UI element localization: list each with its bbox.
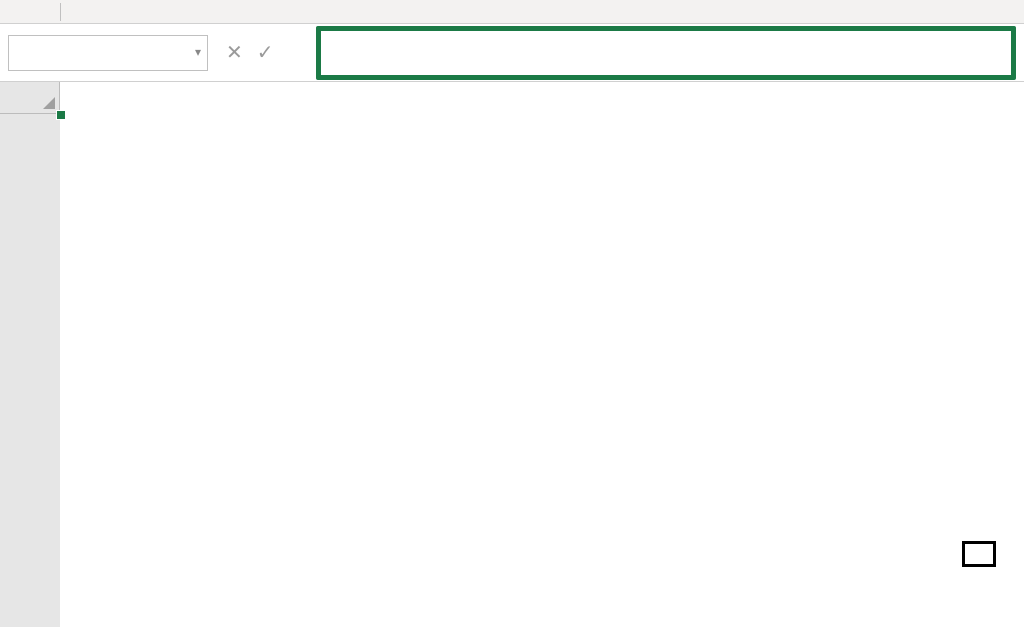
ribbon-separator — [60, 3, 61, 21]
select-all-corner[interactable] — [0, 82, 60, 114]
selection-outline — [60, 114, 64, 118]
name-box[interactable]: ▾ — [8, 35, 208, 71]
row-headers — [0, 114, 60, 627]
formula-buttons: ✕ ✓ — [208, 40, 316, 65]
cells-area[interactable] — [60, 114, 1024, 627]
enter-icon[interactable]: ✓ — [257, 40, 274, 65]
formula-highlight-box — [316, 26, 1016, 80]
formula-bar-row: ▾ ✕ ✓ — [0, 24, 1024, 82]
cancel-icon[interactable]: ✕ — [226, 40, 243, 65]
spreadsheet-grid[interactable] — [0, 82, 1024, 627]
chevron-down-icon[interactable]: ▾ — [195, 45, 201, 60]
watermark-logo — [962, 541, 996, 567]
ribbon-bar — [0, 0, 1024, 24]
